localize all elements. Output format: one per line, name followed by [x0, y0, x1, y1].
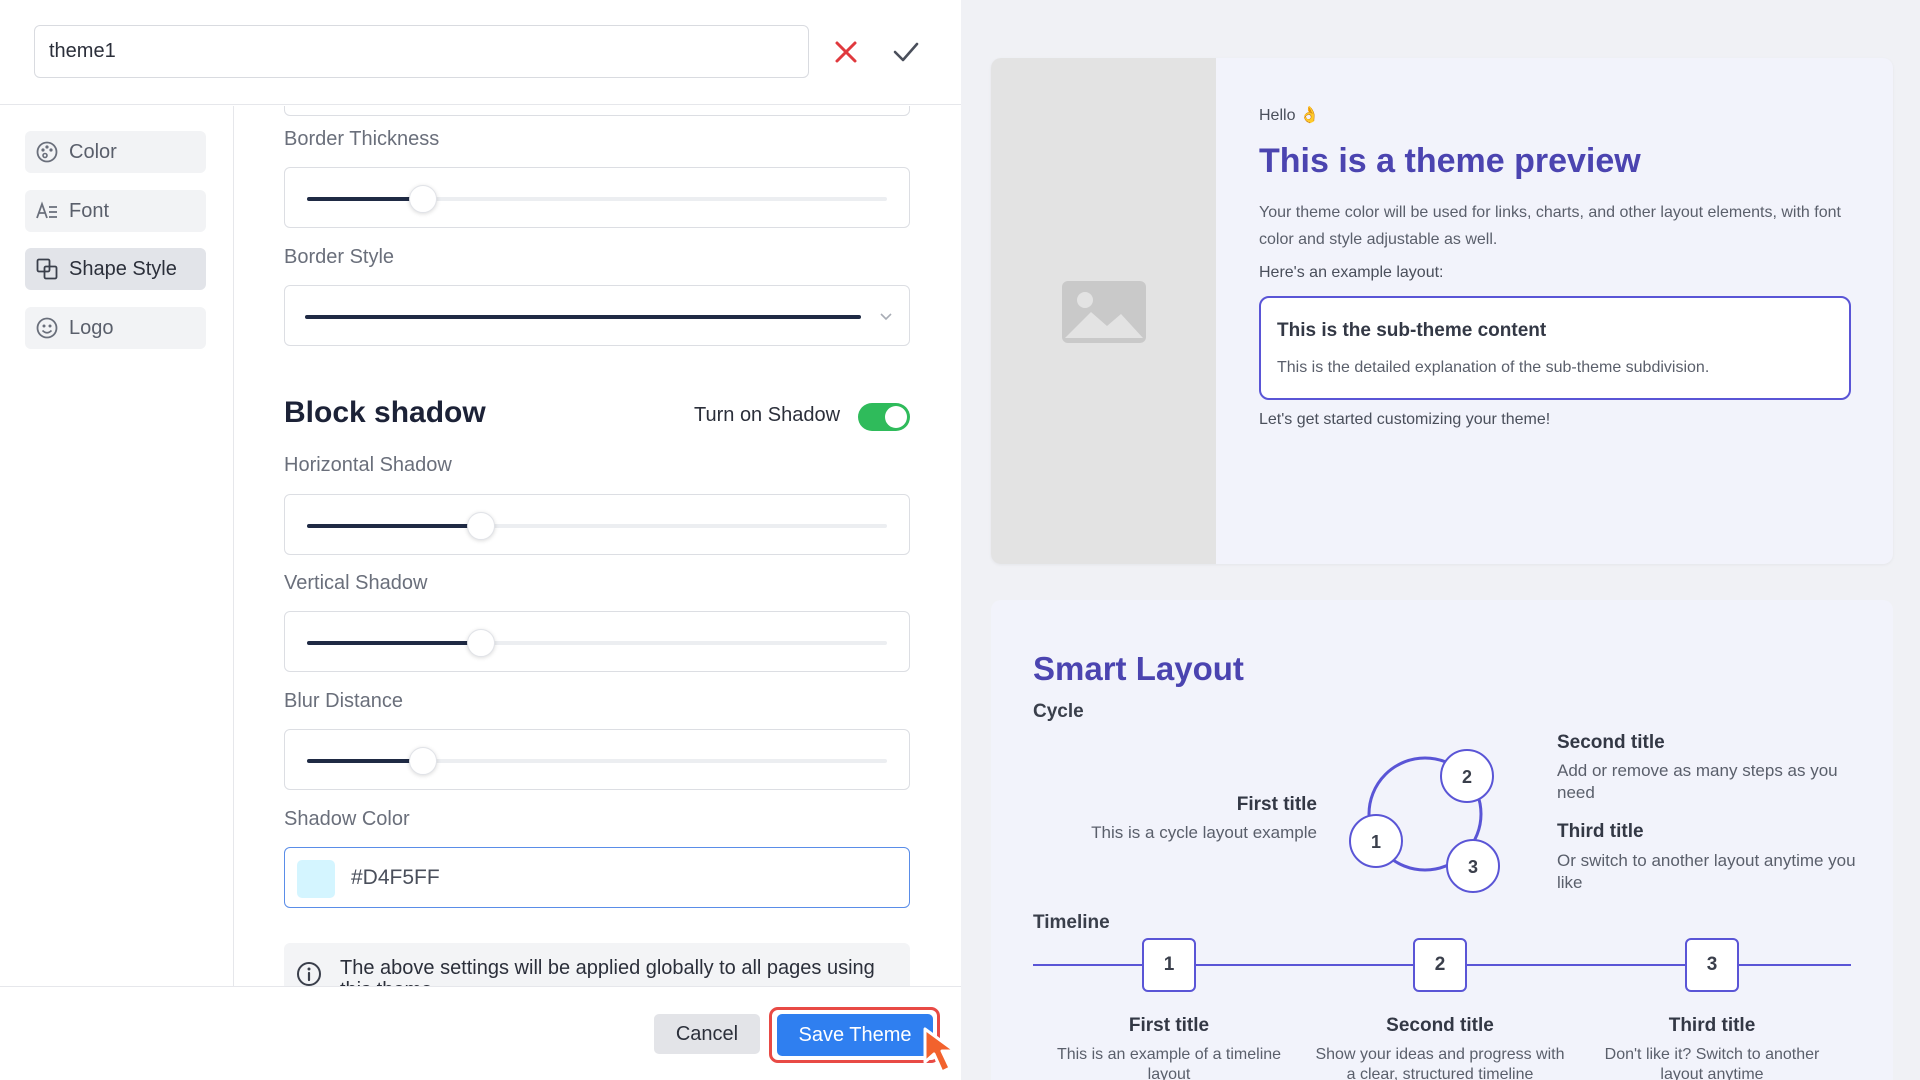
cycle-num-3: 3	[1468, 857, 1478, 877]
shadow-color-label: Shadow Color	[284, 808, 410, 830]
editor-topbar	[0, 0, 961, 105]
theme-editor-panel: Color Font Shape Style Logo Border Thick…	[0, 0, 961, 1080]
mouse-pointer-icon	[923, 1027, 957, 1074]
preview-example-label: Here's an example layout:	[1259, 264, 1444, 281]
face-logo-icon	[35, 316, 59, 340]
slider-thumb[interactable]	[409, 185, 437, 213]
shadow-toggle[interactable]	[858, 403, 910, 431]
timeline-node-1: 1	[1142, 938, 1196, 992]
shape-style-settings: Border Thickness Border Style Block shad…	[284, 106, 910, 986]
timeline-label: Timeline	[1033, 912, 1110, 933]
settings-sidebar: Color Font Shape Style Logo	[0, 106, 234, 986]
horizontal-shadow-slider[interactable]	[307, 512, 887, 540]
sidebar-item-label: Color	[69, 140, 117, 163]
previous-field[interactable]	[284, 106, 910, 116]
preview-description: Your theme color will be used for links,…	[1259, 204, 1841, 248]
horizontal-shadow-field	[284, 494, 910, 555]
theme-preview-card: Hello 👌 This is a theme preview Your the…	[991, 58, 1893, 564]
image-icon	[1062, 281, 1146, 343]
border-style-label: Border Style	[284, 246, 395, 268]
timeline-node-2: 2	[1413, 938, 1467, 992]
timeline-title: Third title	[1668, 1015, 1756, 1036]
slider-thumb[interactable]	[467, 629, 495, 657]
timeline-item-1: First title This is an example of a time…	[1039, 1015, 1299, 1080]
timeline-desc: Don't like it? Switch to another layout …	[1604, 1046, 1820, 1080]
sidebar-item-color[interactable]: Color	[25, 131, 206, 173]
palette-icon	[35, 140, 59, 164]
sidebar-item-logo[interactable]: Logo	[25, 307, 206, 349]
timeline-item-3: Third title Don't like it? Switch to ano…	[1582, 1015, 1842, 1080]
cycle-desc-3: Or switch to another layout anytime you …	[1557, 851, 1856, 892]
border-thickness-slider[interactable]	[307, 185, 887, 213]
border-thickness-label: Border Thickness	[284, 128, 440, 150]
theme-name-input[interactable]	[34, 25, 809, 78]
timeline-title: Second title	[1386, 1015, 1494, 1036]
slider-fill	[307, 197, 423, 201]
horizontal-shadow-label: Horizontal Shadow	[284, 454, 452, 476]
cycle-num-1: 1	[1371, 832, 1381, 852]
info-icon	[297, 962, 321, 986]
close-icon	[835, 41, 857, 63]
checkmark-icon	[893, 42, 919, 62]
sub-theme-desc: This is the detailed explanation of the …	[1277, 359, 1710, 376]
notice-text: The above settings will be applied globa…	[340, 957, 875, 986]
sidebar-item-font[interactable]: Font	[25, 190, 206, 232]
sidebar-item-label: Font	[69, 199, 110, 222]
text-font-icon	[35, 199, 59, 223]
sidebar-item-label: Shape Style	[69, 257, 177, 280]
border-style-select[interactable]	[284, 285, 910, 346]
confirm-name-button[interactable]	[886, 32, 926, 72]
cycle-desc-2: Add or remove as many steps as you need	[1557, 761, 1838, 802]
global-settings-notice: The above settings will be applied globa…	[284, 943, 910, 986]
editor-footer: Cancel Save Theme	[0, 986, 961, 1080]
chevron-down-icon	[880, 313, 892, 321]
sidebar-item-label: Logo	[69, 316, 114, 339]
border-thickness-field	[284, 167, 910, 228]
cycle-title-2: Second title	[1557, 732, 1665, 753]
slider-fill	[307, 641, 481, 645]
cycle-num-2: 2	[1462, 767, 1472, 787]
vertical-shadow-field	[284, 611, 910, 672]
shadow-color-swatch[interactable]	[297, 860, 335, 898]
save-theme-button[interactable]: Save Theme	[777, 1014, 933, 1056]
cancel-button[interactable]: Cancel	[654, 1014, 760, 1054]
slider-thumb[interactable]	[467, 512, 495, 540]
smart-layout-card: Smart Layout Cycle First title This is a…	[991, 600, 1893, 1080]
slider-thumb[interactable]	[409, 747, 437, 775]
preview-start-text: Let's get started customizing your theme…	[1259, 411, 1551, 428]
timeline-desc: Show your ideas and progress with a clea…	[1315, 1046, 1565, 1080]
block-shadow-title: Block shadow	[284, 396, 486, 429]
blur-distance-label: Blur Distance	[284, 690, 403, 712]
image-placeholder	[991, 58, 1216, 564]
timeline-desc: This is an example of a timeline layout	[1056, 1046, 1282, 1080]
shapes-icon	[35, 257, 59, 281]
slider-fill	[307, 524, 481, 528]
sub-theme-box: This is the sub-theme content This is th…	[1259, 296, 1851, 400]
slider-fill	[307, 759, 423, 763]
vertical-shadow-slider[interactable]	[307, 629, 887, 657]
shadow-color-input[interactable]: #D4F5FF	[284, 847, 910, 908]
solid-line-preview	[305, 315, 861, 319]
preview-hello: Hello 👌	[1259, 107, 1320, 124]
timeline-item-2: Second title Show your ideas and progres…	[1310, 1015, 1570, 1080]
smart-layout-title: Smart Layout	[1033, 650, 1244, 687]
preview-title: This is a theme preview	[1259, 142, 1641, 180]
timeline-node-3: 3	[1685, 938, 1739, 992]
vertical-shadow-label: Vertical Shadow	[284, 572, 428, 594]
blur-distance-slider[interactable]	[307, 747, 887, 775]
shadow-color-value: #D4F5FF	[351, 866, 440, 889]
cycle-title-3: Third title	[1557, 821, 1644, 842]
cycle-title-1: First title	[1236, 794, 1317, 815]
blur-distance-field	[284, 729, 910, 790]
cycle-desc-1: This is a cycle layout example	[1091, 823, 1317, 842]
cycle-diagram: 2 1 3	[1349, 749, 1500, 893]
sub-theme-title: This is the sub-theme content	[1277, 320, 1547, 341]
sidebar-item-shape-style[interactable]: Shape Style	[25, 248, 206, 290]
cycle-label: Cycle	[1033, 701, 1084, 722]
shadow-toggle-label: Turn on Shadow	[694, 404, 841, 426]
timeline-title: First title	[1128, 1015, 1210, 1036]
discard-name-button[interactable]	[826, 32, 866, 72]
